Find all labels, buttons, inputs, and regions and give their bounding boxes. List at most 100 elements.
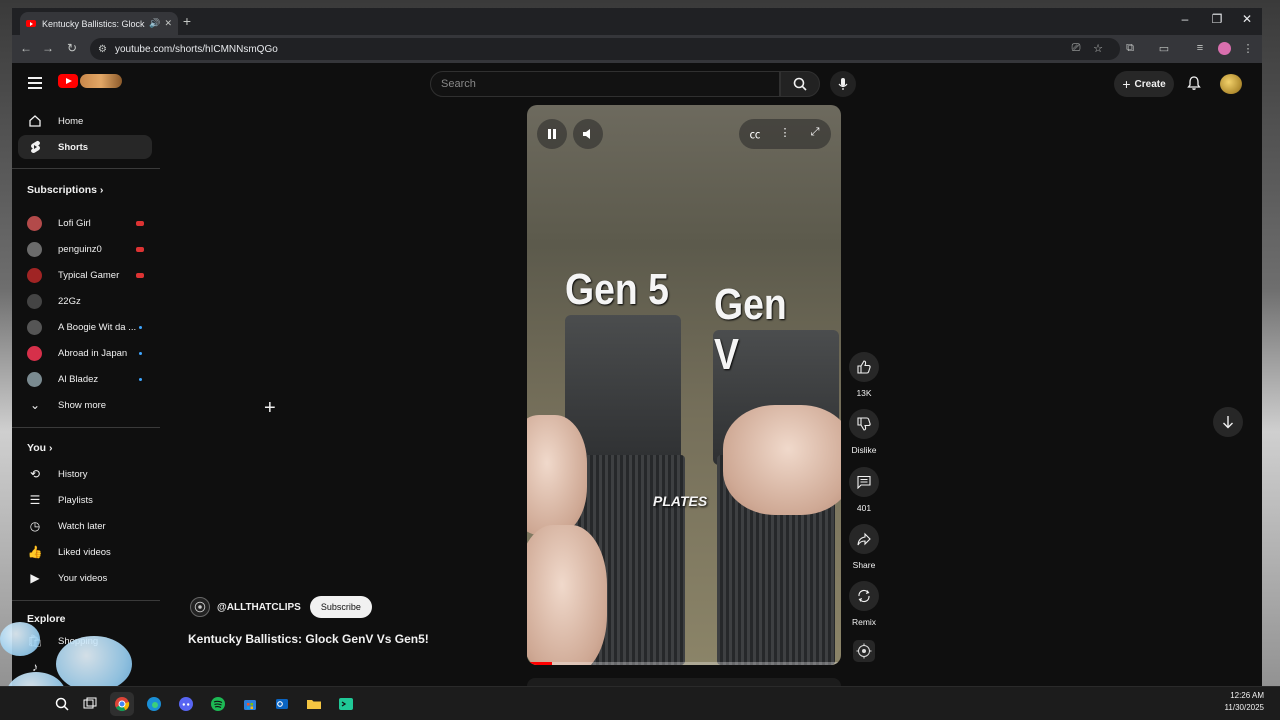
video-progress-fill	[527, 662, 553, 665]
youtube-logo[interactable]	[58, 74, 78, 88]
plus-icon: +	[1122, 76, 1131, 92]
menu-icon[interactable]	[28, 77, 42, 92]
share-button[interactable]	[849, 524, 879, 554]
show-more-button[interactable]: ⌄ Show more	[18, 393, 152, 417]
sidebar-item-watch-later[interactable]: ◷ Watch later	[18, 514, 152, 538]
video-title[interactable]: Kentucky Ballistics: Glock GenV Vs Gen5!	[188, 632, 429, 646]
sidebar-divider	[12, 600, 160, 601]
subscribe-button[interactable]: Subscribe	[309, 596, 372, 618]
search-button[interactable]	[780, 71, 820, 97]
system-clock[interactable]: 12:26 AM 11/30/2025	[1225, 690, 1264, 714]
mouse-cursor: +	[264, 397, 276, 419]
terminal-taskbar-icon[interactable]	[334, 692, 358, 716]
file-explorer-taskbar-icon[interactable]	[302, 692, 326, 716]
hand-palm	[527, 525, 607, 665]
fullscreen-icon[interactable]: ⤢	[805, 126, 825, 139]
sidebar-item-your-videos[interactable]: ▶ Your videos	[18, 566, 152, 590]
live-indicator-icon	[136, 272, 144, 278]
edge-taskbar-icon[interactable]	[142, 692, 166, 716]
outlook-taskbar-icon[interactable]	[270, 692, 294, 716]
logo-doodle[interactable]	[80, 74, 122, 88]
channel-avatar[interactable]	[190, 597, 210, 617]
player-controls-group: ㏄ ⋮ ⤢	[739, 119, 831, 149]
bookmark-star-icon[interactable]: ☆	[1090, 42, 1106, 55]
sidebar-item-shorts[interactable]: Shorts	[18, 135, 152, 159]
history-icon: ⟲	[29, 467, 41, 481]
share-label: Share	[852, 560, 876, 570]
browser-menu-icon[interactable]: ⋮	[1240, 42, 1256, 55]
sidebar-item-label: Al Bladez	[58, 373, 99, 385]
sidebar-item-subscription[interactable]: Typical Gamer	[18, 263, 152, 287]
address-bar[interactable]: ⚙ youtube.com/shorts/hICMNNsmQGo	[90, 38, 1120, 60]
sidebar-item-subscription[interactable]: Abroad in Japan	[18, 341, 152, 365]
profile-icon[interactable]	[1218, 42, 1231, 55]
chevron-down-icon: ⌄	[29, 398, 41, 412]
maximize-button[interactable]: ❐	[1202, 12, 1232, 26]
sidebar-item-subscription[interactable]: 22Gz	[18, 289, 152, 313]
dislike-action[interactable]: Dislike	[848, 409, 880, 455]
sidebar-item-label: A Boogie Wit da ...	[58, 321, 137, 333]
search-taskbar-icon[interactable]	[50, 692, 74, 716]
closed-captions-icon[interactable]: ㏄	[745, 126, 765, 142]
search-input[interactable]: Search	[430, 71, 780, 97]
reload-button[interactable]: ↻	[62, 41, 82, 55]
discord-taskbar-icon[interactable]	[174, 692, 198, 716]
sidebar-item-subscription[interactable]: A Boogie Wit da ...	[18, 315, 152, 339]
new-tab-button[interactable]: +	[178, 13, 196, 29]
desktop-background: Kentucky Ballistics: Glock G 🔊 ✕ + – ❐ ✕…	[0, 0, 1280, 720]
cast-icon[interactable]: ▭	[1156, 42, 1172, 55]
playlists-icon: ☰	[29, 493, 41, 507]
create-button[interactable]: + Create	[1114, 71, 1174, 97]
shorts-video-player[interactable]: Gen 5 Gen V PLATES ㏄ ⋮ ⤢	[527, 105, 841, 665]
notifications-bell-icon[interactable]	[1186, 75, 1202, 91]
sidebar-item-label: 22Gz	[58, 295, 81, 307]
close-window-button[interactable]: ✕	[1232, 12, 1262, 26]
like-action[interactable]: 13K	[848, 352, 880, 398]
remix-action[interactable]: Remix	[848, 581, 880, 627]
sidebar-item-subscription[interactable]: Al Bladez	[18, 367, 152, 391]
volume-button[interactable]	[573, 119, 603, 149]
media-controls-icon[interactable]: ≡	[1192, 42, 1208, 54]
browser-tab[interactable]: Kentucky Ballistics: Glock G 🔊 ✕	[20, 12, 178, 35]
like-count: 13K	[856, 388, 872, 398]
sidebar-item-history[interactable]: ⟲ History	[18, 462, 152, 486]
minimize-button[interactable]: –	[1170, 12, 1200, 26]
like-button[interactable]	[849, 352, 879, 382]
target-reticle-icon	[856, 643, 872, 659]
sidebar-item-subscription[interactable]: penguinz0	[18, 237, 152, 261]
sidebar-divider	[12, 168, 160, 169]
more-options-icon[interactable]: ⋮	[775, 126, 795, 139]
site-settings-icon[interactable]: ⚙	[98, 44, 107, 55]
voice-search-button[interactable]	[830, 71, 856, 97]
store-taskbar-icon[interactable]	[238, 692, 262, 716]
subscriptions-heading[interactable]: Subscriptions ›	[27, 184, 103, 196]
pause-button[interactable]	[537, 119, 567, 149]
sidebar: Home Shorts Subscriptions › Lofi Girl pe…	[12, 109, 162, 686]
sidebar-item-playlists[interactable]: ☰ Playlists	[18, 488, 152, 512]
task-view-icon[interactable]	[78, 692, 102, 716]
account-avatar[interactable]	[1220, 74, 1242, 94]
explore-heading: Explore	[27, 613, 66, 625]
sidebar-item-liked-videos[interactable]: 👍 Liked videos	[18, 540, 152, 564]
you-heading[interactable]: You ›	[27, 442, 52, 454]
comments-action[interactable]: 401	[848, 467, 880, 513]
next-short-button[interactable]	[1213, 407, 1243, 437]
close-tab-icon[interactable]: ✕	[164, 18, 172, 29]
install-app-icon[interactable]: ⎚	[1068, 42, 1084, 55]
extensions-icon[interactable]: ⧉	[1122, 42, 1138, 55]
back-button[interactable]: ←	[16, 41, 36, 55]
next-short-preview	[527, 678, 841, 686]
sidebar-item-home[interactable]: Home	[18, 109, 152, 133]
video-progress-bar[interactable]	[527, 662, 841, 665]
channel-name[interactable]: @ALLTHATCLIPS	[217, 602, 301, 613]
remix-button[interactable]	[849, 581, 879, 611]
comments-button[interactable]	[849, 467, 879, 497]
forward-button[interactable]: →	[38, 41, 58, 55]
share-action[interactable]: Share	[848, 524, 880, 570]
chrome-taskbar-icon[interactable]	[110, 692, 134, 716]
audio-playing-icon[interactable]: 🔊	[149, 18, 160, 29]
sound-channel-icon[interactable]	[853, 640, 875, 662]
sidebar-item-subscription[interactable]: Lofi Girl	[18, 211, 152, 235]
dislike-button[interactable]	[849, 409, 879, 439]
spotify-taskbar-icon[interactable]	[206, 692, 230, 716]
